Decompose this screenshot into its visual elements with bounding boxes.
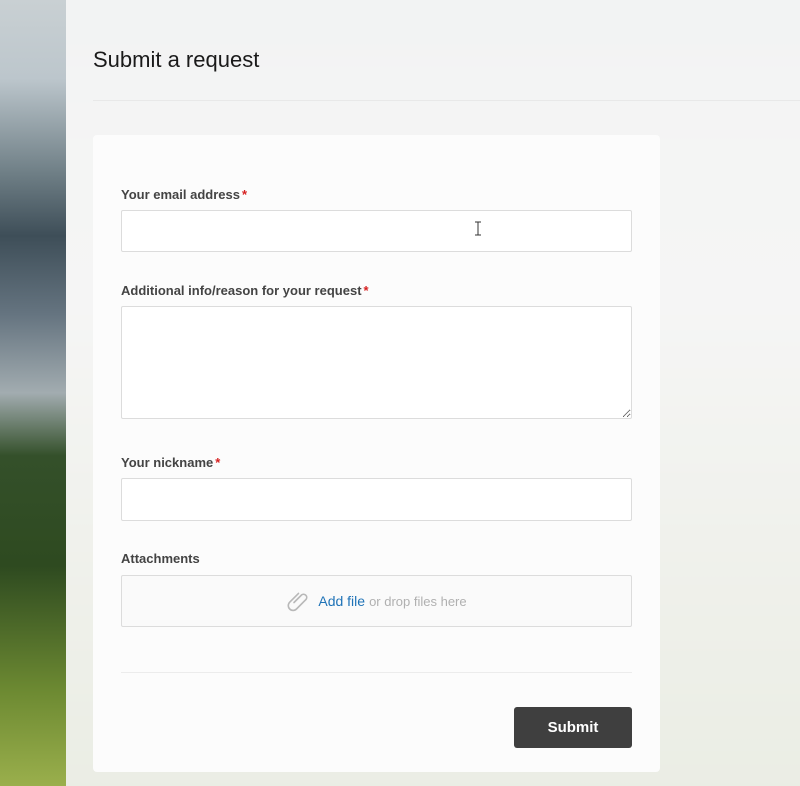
form-divider [121,672,632,673]
title-divider [93,100,800,101]
nickname-field[interactable] [121,478,632,521]
drop-files-hint: or drop files here [369,593,467,609]
additional-info-label: Additional info/reason for your request * [121,283,369,298]
text-cursor-icon [475,221,481,236]
page-title: Submit a request [93,47,260,72]
background-photo-edge [0,0,66,786]
attachments-dropzone[interactable]: Add file or drop files here [121,575,632,627]
nickname-label: Your nickname * [121,455,220,470]
email-field[interactable] [121,210,632,252]
email-required-mark: * [241,187,248,202]
email-label-text: Your email address [121,187,240,202]
submit-button[interactable]: Submit [514,707,632,748]
add-file-link[interactable]: Add file [318,593,365,609]
paperclip-icon [286,589,310,613]
nickname-label-text: Your nickname [121,455,214,470]
additional-info-label-text: Additional info/reason for your request [121,283,362,298]
additional-info-textarea[interactable] [121,306,632,419]
nickname-required-mark: * [215,455,221,470]
attachments-label: Attachments [121,551,200,566]
email-label: Your email address * [121,187,247,202]
additional-info-required-mark: * [363,283,369,298]
